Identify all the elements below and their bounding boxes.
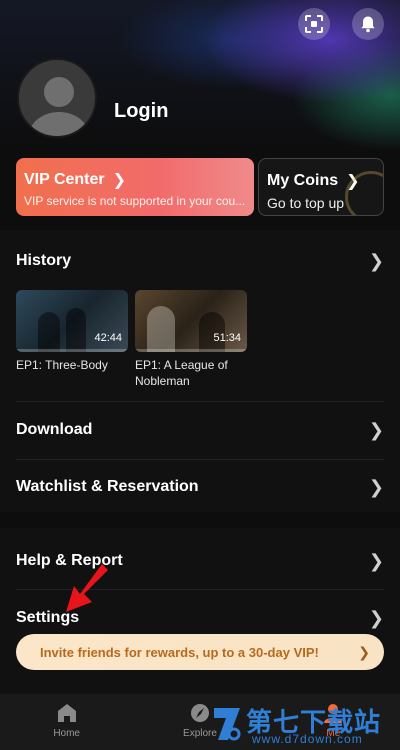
history-label: History [16, 252, 72, 269]
my-coins-title: My Coins [267, 172, 339, 189]
chevron-right-icon: ❯ [358, 643, 370, 660]
annotation-arrow-icon [66, 564, 108, 612]
nav-home-label: Home [53, 728, 80, 739]
my-coins-card[interactable]: My Coins ❯ Go to top up [258, 158, 384, 216]
vip-center-card[interactable]: VIP Center ❯ VIP service is not supporte… [16, 158, 254, 216]
history-item-title[interactable]: EP1: A League of Nobleman [135, 357, 250, 389]
chevron-right-icon: ❯ [112, 172, 127, 189]
chevron-right-icon: ❯ [368, 476, 384, 497]
chevron-right-icon: ❯ [368, 419, 384, 440]
history-row[interactable]: History ❯ [0, 232, 400, 290]
figure-silhouette [147, 306, 175, 352]
video-duration: 42:44 [94, 332, 122, 344]
vip-center-title-row: VIP Center ❯ [24, 170, 246, 190]
download-row[interactable]: Download ❯ [0, 401, 400, 459]
figure-silhouette [66, 308, 86, 352]
history-item-title[interactable]: EP1: Three-Body [16, 357, 131, 373]
video-duration: 51:34 [213, 332, 241, 344]
avatar[interactable] [17, 58, 97, 138]
watchlist-label: Watchlist & Reservation [16, 478, 199, 495]
history-item-thumbnail[interactable]: 42:44 [16, 290, 128, 352]
vip-center-subtitle: VIP service is not supported in your cou… [24, 194, 246, 208]
notification-button[interactable] [352, 8, 384, 40]
help-report-row[interactable]: Help & Report ❯ [0, 532, 400, 590]
watch-progress-bar [135, 349, 247, 352]
watchlist-row[interactable]: Watchlist & Reservation ❯ [0, 458, 400, 516]
bell-icon [361, 16, 375, 33]
watermark-logo-icon [214, 708, 241, 741]
watch-progress-bar [16, 349, 128, 352]
download-label: Download [16, 421, 93, 438]
watermark-url: www.d7down.com [252, 732, 363, 746]
history-item-thumbnail[interactable]: 51:34 [135, 290, 247, 352]
explore-icon [190, 704, 209, 722]
home-icon [57, 704, 76, 722]
scan-icon [305, 15, 323, 33]
invite-banner-text: Invite friends for rewards, up to a 30-d… [40, 644, 319, 660]
figure-silhouette [38, 312, 60, 352]
invite-friends-banner[interactable]: Invite friends for rewards, up to a 30-d… [16, 634, 384, 670]
chevron-right-icon: ❯ [368, 607, 384, 628]
scan-button[interactable] [298, 8, 330, 40]
chevron-right-icon: ❯ [368, 550, 384, 571]
watermark: 第七下载站 www.d7down.com [210, 700, 400, 750]
login-link[interactable]: Login [114, 100, 168, 123]
nav-home[interactable]: Home [0, 694, 133, 750]
chevron-right-icon: ❯ [368, 250, 384, 271]
vip-center-title: VIP Center [24, 171, 105, 188]
